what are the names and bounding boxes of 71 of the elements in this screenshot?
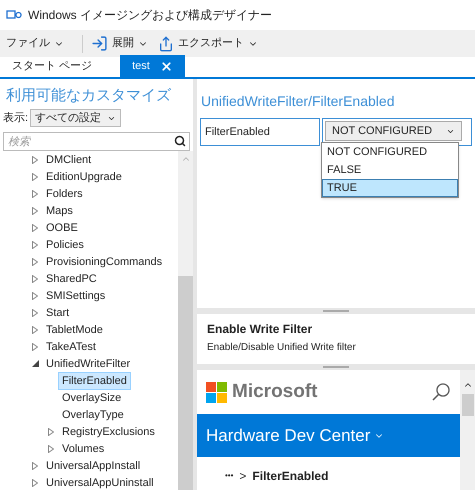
tree-item[interactable]: RegistryExclusions bbox=[58, 422, 159, 440]
tree-item[interactable]: SMISettings bbox=[42, 286, 110, 304]
export-icon bbox=[158, 36, 174, 52]
description-title: Enable Write Filter bbox=[207, 321, 314, 338]
scroll-thumb[interactable] bbox=[178, 276, 193, 490]
tree-item[interactable]: Policies bbox=[42, 236, 88, 254]
description-text: Enable/Disable Unified Write filter bbox=[207, 341, 357, 355]
expand-icon[interactable] bbox=[32, 240, 38, 248]
deploy-icon bbox=[91, 35, 108, 52]
expand-icon[interactable] bbox=[32, 308, 38, 316]
tab[interactable]: スタート ページ bbox=[0, 55, 104, 77]
setting-heading: UnifiedWriteFilter/FilterEnabled bbox=[200, 92, 396, 111]
tree-item[interactable]: FilterEnabled bbox=[58, 372, 131, 390]
setting-name: FilterEnabled bbox=[200, 118, 320, 146]
expand-icon[interactable] bbox=[32, 206, 38, 214]
breadcrumb-separator: > bbox=[239, 468, 246, 485]
dropdown-option[interactable]: FALSE bbox=[322, 161, 458, 179]
expand-icon[interactable] bbox=[32, 292, 38, 300]
dropdown-option[interactable]: TRUE bbox=[322, 179, 458, 197]
tree-item[interactable]: OverlayType bbox=[58, 406, 128, 424]
expand-icon[interactable] bbox=[48, 444, 54, 452]
tree-item[interactable]: Volumes bbox=[58, 440, 108, 458]
app-icon bbox=[6, 9, 22, 21]
window-title: Windows イメージングおよび構成デザイナー bbox=[28, 7, 272, 24]
menu-button[interactable]: エクスポート bbox=[158, 35, 258, 52]
expand-icon[interactable] bbox=[32, 258, 38, 266]
scroll-thumb[interactable] bbox=[462, 394, 474, 416]
tree-item[interactable]: UniversalAppUninstall bbox=[42, 474, 158, 490]
tree-item[interactable]: UnifiedWriteFilter bbox=[42, 354, 134, 372]
close-icon[interactable] bbox=[160, 60, 173, 72]
scrollbar[interactable] bbox=[460, 370, 475, 490]
tab[interactable]: test bbox=[120, 55, 185, 77]
panel-heading: 利用可能なカスタマイズ bbox=[5, 86, 172, 106]
brand-name: Microsoft bbox=[232, 380, 318, 404]
expand-icon[interactable] bbox=[32, 478, 38, 486]
expand-icon[interactable] bbox=[32, 342, 38, 350]
tree-item[interactable]: SharedPC bbox=[42, 270, 101, 288]
expand-icon[interactable] bbox=[48, 428, 54, 436]
search-field[interactable]: 検索 bbox=[3, 132, 190, 151]
tree-item[interactable]: Maps bbox=[42, 202, 77, 220]
view-dropdown[interactable]: すべての設定 bbox=[30, 109, 122, 127]
tree-item[interactable]: UniversalAppInstall bbox=[42, 456, 144, 474]
expand-icon[interactable] bbox=[32, 156, 38, 164]
expand-icon[interactable] bbox=[32, 462, 38, 470]
scrollbar[interactable] bbox=[178, 151, 193, 490]
search-icon[interactable] bbox=[431, 382, 451, 402]
tree-item[interactable]: TakeATest bbox=[42, 338, 100, 356]
tree-item[interactable]: DMClient bbox=[42, 151, 96, 168]
tree-item[interactable]: Folders bbox=[42, 184, 87, 202]
tree-item[interactable]: OverlaySize bbox=[58, 388, 126, 406]
expand-icon[interactable] bbox=[32, 274, 38, 282]
tree-item[interactable]: ProvisioningCommands bbox=[42, 252, 166, 270]
menu-button[interactable]: ファイル bbox=[6, 35, 64, 52]
expand-icon[interactable] bbox=[32, 326, 38, 334]
view-label: 表示: bbox=[3, 110, 28, 126]
collapse-icon[interactable] bbox=[32, 360, 39, 367]
logo-icon bbox=[206, 382, 227, 402]
tree-item[interactable]: EditionUpgrade bbox=[42, 168, 126, 186]
menu-button[interactable]: 展開 bbox=[91, 35, 148, 52]
expand-icon[interactable] bbox=[32, 190, 38, 198]
tree-item[interactable]: OOBE bbox=[42, 218, 82, 236]
expand-icon[interactable] bbox=[32, 224, 38, 232]
breadcrumb-more[interactable]: ••• bbox=[225, 470, 234, 482]
search-icon[interactable] bbox=[174, 135, 186, 147]
site-banner: Hardware Dev Center bbox=[197, 414, 460, 457]
tree-item[interactable]: TabletMode bbox=[42, 320, 107, 338]
breadcrumb[interactable]: FilterEnabled bbox=[252, 467, 328, 485]
tree-item[interactable]: Start bbox=[42, 304, 74, 322]
expand-icon[interactable] bbox=[32, 172, 38, 180]
dropdown-option[interactable]: NOT CONFIGURED bbox=[322, 143, 458, 161]
setting-dropdown[interactable]: NOT CONFIGURED bbox=[325, 121, 462, 141]
